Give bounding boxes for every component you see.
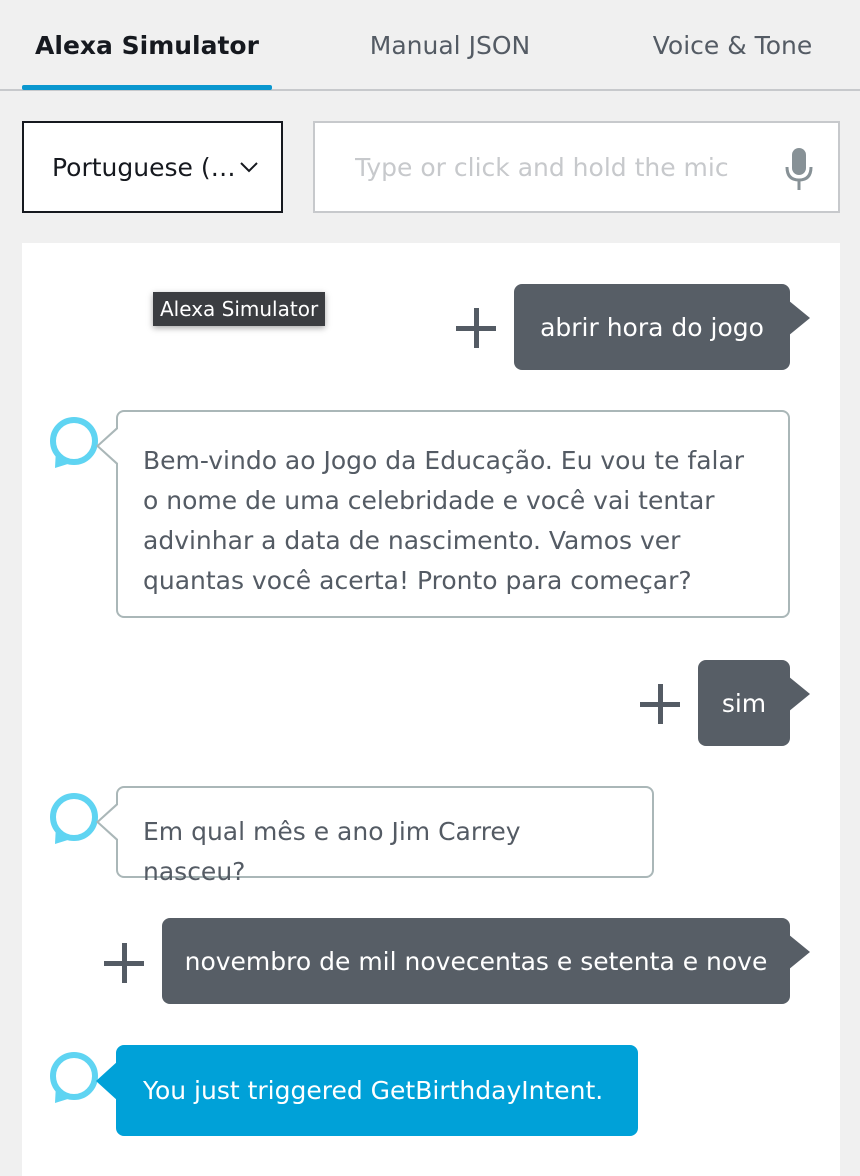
bubble-tail xyxy=(788,676,810,712)
plus-icon[interactable] xyxy=(640,684,680,724)
user-utterance-bubble: novembro de mil novecentas e setenta e n… xyxy=(162,918,810,1004)
alexa-ring-icon xyxy=(50,1052,98,1103)
user-utterance-text: abrir hora do jogo xyxy=(540,312,764,342)
tab-label: Alexa Simulator xyxy=(35,31,259,60)
intent-triggered-text: You just triggered GetBirthdayIntent. xyxy=(143,1076,604,1105)
tab-alexa-simulator[interactable]: Alexa Simulator xyxy=(22,0,272,91)
microphone-icon[interactable] xyxy=(784,147,814,191)
language-select[interactable]: Portuguese (… xyxy=(22,121,283,213)
active-tab-indicator xyxy=(22,85,272,90)
alexa-response-text: Em qual mês e ano Jim Carrey nasceu? xyxy=(143,817,521,886)
utterance-input-box xyxy=(313,121,840,213)
user-utterance-text: novembro de mil novecentas e setenta e n… xyxy=(184,946,768,976)
alexa-response-bubble: Bem-vindo ao Jogo da Educação. Eu vou te… xyxy=(96,410,790,618)
tooltip-text: Alexa Simulator xyxy=(160,297,319,321)
plus-icon[interactable] xyxy=(104,943,144,983)
chevron-down-icon xyxy=(240,162,258,173)
tooltip: Alexa Simulator xyxy=(153,292,326,326)
bubble-tail xyxy=(788,300,810,336)
alexa-response-text: Bem-vindo ao Jogo da Educação. Eu vou te… xyxy=(143,446,745,595)
intent-triggered-bubble: You just triggered GetBirthdayIntent. xyxy=(96,1045,638,1136)
tab-label: Voice & Tone xyxy=(652,31,813,60)
utterance-input[interactable] xyxy=(317,125,757,209)
user-utterance-bubble: abrir hora do jogo xyxy=(514,284,810,370)
bubble-tail xyxy=(788,934,810,970)
alexa-ring-icon xyxy=(50,417,98,468)
tab-manual-json[interactable]: Manual JSON xyxy=(330,0,570,91)
user-utterance-bubble: sim xyxy=(698,660,810,746)
user-utterance-text: sim xyxy=(721,688,767,718)
tab-voice-and-tone[interactable]: Voice & Tone xyxy=(630,0,835,91)
language-select-value: Portuguese (… xyxy=(52,152,236,182)
plus-icon[interactable] xyxy=(456,308,496,348)
alexa-ring-icon xyxy=(50,793,98,844)
tab-label: Manual JSON xyxy=(369,31,531,60)
alexa-response-bubble: Em qual mês e ano Jim Carrey nasceu? xyxy=(96,786,654,886)
tab-bar: Alexa Simulator Manual JSON Voice & Tone xyxy=(0,0,860,91)
